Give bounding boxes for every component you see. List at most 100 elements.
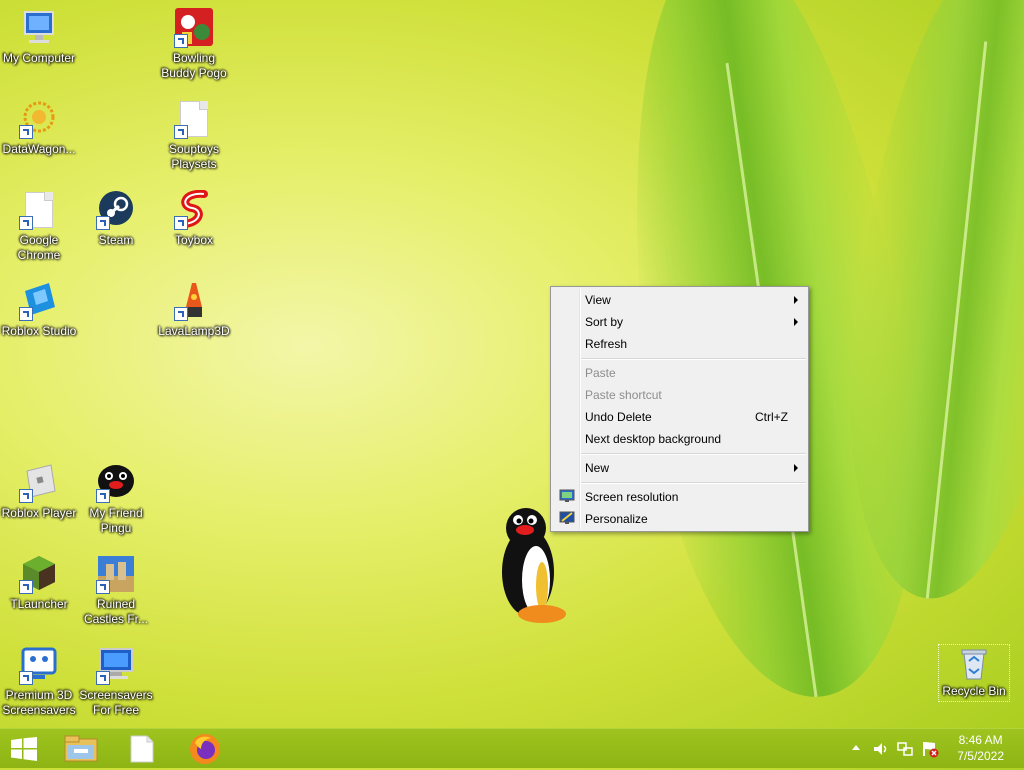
action-center-flag-icon[interactable] bbox=[921, 740, 939, 763]
desktop-context-menu: View Sort by Refresh Paste Paste shortcu… bbox=[550, 286, 809, 532]
monitor-icon bbox=[96, 645, 136, 685]
screensaver-icon bbox=[19, 645, 59, 685]
menu-item-undo-delete[interactable]: Undo Delete Ctrl+Z bbox=[553, 406, 806, 428]
icon-label: DataWagon... bbox=[2, 142, 76, 156]
icon-label: Roblox Player bbox=[1, 506, 77, 520]
folder-icon bbox=[64, 735, 98, 768]
shortcut-arrow-icon bbox=[19, 125, 33, 139]
roblox-studio-icon bbox=[19, 281, 59, 321]
icon-label: Toybox bbox=[174, 233, 214, 247]
shortcut-arrow-icon bbox=[19, 580, 33, 594]
personalize-icon bbox=[559, 511, 575, 525]
menu-item-paste-shortcut[interactable]: Paste shortcut bbox=[553, 384, 806, 406]
desktop-icon-datawagon[interactable]: DataWagon... bbox=[0, 99, 78, 157]
bowling-icon bbox=[174, 8, 214, 48]
taskbar: 8:46 AM 7/5/2022 bbox=[0, 728, 1024, 768]
desktop-icon-screensavers-for-free[interactable]: Screensavers For Free bbox=[77, 645, 155, 718]
menu-item-view[interactable]: View bbox=[553, 289, 806, 311]
shortcut-arrow-icon bbox=[174, 125, 188, 139]
clock-time: 8:46 AM bbox=[958, 733, 1003, 747]
menu-item-refresh[interactable]: Refresh bbox=[553, 333, 806, 355]
castle-icon bbox=[96, 554, 136, 594]
desktop-icon-ruined-castles[interactable]: Ruined Castles Fr... bbox=[77, 554, 155, 627]
network-icon[interactable] bbox=[897, 741, 913, 762]
shortcut-arrow-icon bbox=[96, 489, 110, 503]
desktop-icon-google-chrome[interactable]: Google Chrome bbox=[0, 190, 78, 263]
shortcut-arrow-icon bbox=[96, 216, 110, 230]
taskbar-file-explorer[interactable] bbox=[58, 729, 104, 769]
desktop-icon-my-computer[interactable]: My Computer bbox=[0, 8, 78, 66]
icon-label: Screensavers For Free bbox=[79, 688, 153, 717]
menu-separator bbox=[581, 358, 806, 360]
document-icon bbox=[130, 735, 154, 768]
menu-item-label: Sort by bbox=[585, 315, 624, 329]
desktop-icon-lavalamp3d[interactable]: LavaLamp3D bbox=[155, 281, 233, 339]
shortcut-arrow-icon bbox=[174, 216, 188, 230]
icon-label: Recycle Bin bbox=[942, 684, 1006, 698]
computer-icon bbox=[19, 8, 59, 48]
menu-item-label: Refresh bbox=[585, 337, 628, 351]
recycle-bin-icon bbox=[957, 647, 991, 681]
menu-separator bbox=[581, 453, 806, 455]
firefox-icon bbox=[189, 733, 221, 770]
desktop-icon-premium-3d-screensavers[interactable]: Premium 3D Screensavers bbox=[0, 645, 78, 718]
menu-item-label: New bbox=[585, 461, 610, 475]
icon-label: Premium 3D Screensavers bbox=[2, 688, 76, 717]
icon-label: Bowling Buddy Pogo bbox=[161, 51, 227, 80]
menu-item-shortcut: Ctrl+Z bbox=[755, 410, 788, 424]
shortcut-arrow-icon bbox=[174, 34, 188, 48]
desktop-icon-tlauncher[interactable]: TLauncher bbox=[0, 554, 78, 612]
menu-item-label: Screen resolution bbox=[585, 490, 679, 504]
shortcut-arrow-icon bbox=[19, 489, 33, 503]
menu-item-screen-resolution[interactable]: Screen resolution bbox=[553, 486, 806, 508]
icon-label: Steam bbox=[98, 233, 134, 247]
desktop-icon-roblox-player[interactable]: Roblox Player bbox=[0, 463, 78, 521]
icon-label: TLauncher bbox=[10, 597, 68, 611]
icon-label: Souptoys Playsets bbox=[168, 142, 220, 171]
shortcut-arrow-icon bbox=[19, 671, 33, 685]
pingu-icon bbox=[96, 463, 136, 503]
menu-item-next-desktop-background[interactable]: Next desktop background bbox=[553, 428, 806, 450]
shortcut-arrow-icon bbox=[96, 671, 110, 685]
icon-label: Google Chrome bbox=[17, 233, 61, 262]
document-icon bbox=[19, 190, 59, 230]
menu-item-new[interactable]: New bbox=[553, 457, 806, 479]
desktop-icon-toybox[interactable]: Toybox bbox=[155, 189, 233, 248]
volume-icon[interactable] bbox=[872, 741, 888, 762]
shortcut-arrow-icon bbox=[96, 580, 110, 594]
submenu-arrow-icon bbox=[794, 464, 798, 472]
menu-item-label: Paste bbox=[585, 366, 616, 380]
desktop-icon-bowling-buddy-pogo[interactable]: Bowling Buddy Pogo bbox=[155, 8, 233, 81]
submenu-arrow-icon bbox=[794, 318, 798, 326]
menu-item-label: View bbox=[585, 293, 611, 307]
menu-item-label: Undo Delete bbox=[585, 410, 652, 424]
datawagon-icon bbox=[19, 99, 59, 139]
desktop-icon-recycle-bin[interactable]: Recycle Bin bbox=[938, 644, 1010, 702]
taskbar-notepad[interactable] bbox=[118, 729, 164, 769]
menu-item-label: Next desktop background bbox=[585, 432, 722, 446]
desktop-icon-roblox-studio[interactable]: Roblox Studio bbox=[0, 281, 78, 339]
icon-label: Ruined Castles Fr... bbox=[83, 597, 148, 626]
desktop-icon-my-friend-pingu[interactable]: My Friend Pingu bbox=[77, 463, 155, 536]
icon-label: My Friend Pingu bbox=[89, 506, 143, 535]
windows-logo-icon bbox=[11, 737, 37, 766]
roblox-player-icon bbox=[19, 463, 59, 503]
toybox-icon bbox=[174, 189, 214, 230]
shortcut-arrow-icon bbox=[19, 216, 33, 230]
lava-lamp-icon bbox=[174, 281, 214, 321]
menu-item-personalize[interactable]: Personalize bbox=[553, 508, 806, 530]
desktop-icon-steam[interactable]: Steam bbox=[77, 190, 155, 248]
icon-label: Roblox Studio bbox=[1, 324, 77, 338]
start-button[interactable] bbox=[0, 729, 48, 769]
clock-date: 7/5/2022 bbox=[957, 749, 1004, 763]
menu-item-sort-by[interactable]: Sort by bbox=[553, 311, 806, 333]
taskbar-firefox[interactable] bbox=[182, 729, 228, 769]
menu-item-paste[interactable]: Paste bbox=[553, 362, 806, 384]
show-hidden-icons-button[interactable] bbox=[852, 745, 860, 750]
document-icon bbox=[174, 99, 214, 139]
submenu-arrow-icon bbox=[794, 296, 798, 304]
desktop-icon-souptoys-playsets[interactable]: Souptoys Playsets bbox=[155, 99, 233, 172]
desktop[interactable]: My Computer Bowling Buddy Pogo DataWagon… bbox=[0, 0, 1024, 728]
system-clock[interactable]: 8:46 AM 7/5/2022 bbox=[957, 732, 1004, 764]
menu-separator bbox=[581, 482, 806, 484]
